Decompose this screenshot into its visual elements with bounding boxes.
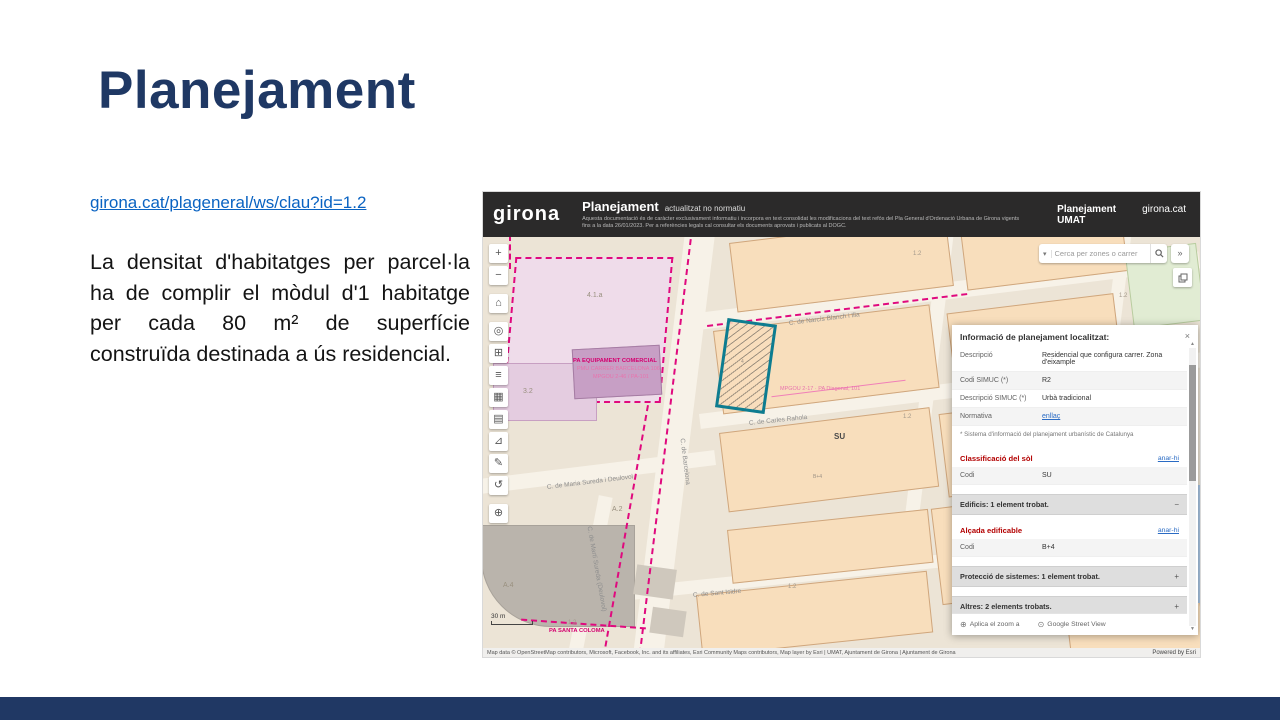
app-subtitle: actualitzat no normatiu: [665, 204, 746, 213]
search-icon[interactable]: [1150, 244, 1167, 263]
info-subsection-title: Classificació del sòl: [960, 454, 1033, 463]
info-row-value: Urbà tradicional: [1042, 395, 1187, 402]
scale-label: 30 m: [491, 613, 505, 620]
info-row: Codi SIMUC (*)R2: [952, 372, 1187, 390]
info-panel-body: DescripcióResidencial que configura carr…: [952, 347, 1187, 617]
info-row-label: Descripció: [960, 352, 1042, 366]
info-footnote: * Sistema d'informació del planejament u…: [952, 426, 1187, 443]
scroll-down-icon[interactable]: ▼: [1190, 626, 1195, 633]
info-subsection: Classificació del sòl anar-hi: [952, 448, 1187, 467]
slide-hyperlink[interactable]: girona.cat/plageneral/ws/clau?id=1.2: [90, 193, 366, 213]
apply-zoom-link[interactable]: ⊕Aplica el zoom a: [960, 620, 1020, 629]
map-attribution: Map data © OpenStreetMap contributors, M…: [487, 650, 956, 656]
section-toggle-icon[interactable]: +: [1174, 572, 1179, 581]
slide-footer-bar: [0, 697, 1280, 720]
header-links: Planejament girona.cat UMAT: [1057, 204, 1186, 226]
zoom-to-icon: ⊕: [960, 620, 967, 629]
app-title-block: Planejament actualitzat no normatiu Aque…: [582, 199, 1057, 230]
info-row: DescripcióResidencial que configura carr…: [952, 347, 1187, 372]
disclaimer-text: Aquesta documentació és de caràcter excl…: [582, 216, 1022, 230]
info-section-label: Protecció de sistemes: 1 element trobat.: [960, 572, 1100, 581]
street-view-icon: ⊙: [1038, 620, 1045, 629]
powered-by-esri: Powered by Esri: [1152, 650, 1196, 656]
scrollbar-thumb[interactable]: [1189, 365, 1196, 482]
info-subsection: Alçada edificable anar-hi: [952, 520, 1187, 539]
info-subsection-title: Alçada edificable: [960, 526, 1022, 535]
footer-link-label: Aplica el zoom a: [970, 621, 1020, 628]
app-title: Planejament: [582, 199, 659, 214]
basemap-toggle-button[interactable]: [1173, 268, 1192, 287]
header-link-umat[interactable]: UMAT: [1057, 215, 1085, 226]
basemap-gallery-button[interactable]: ▦: [489, 388, 508, 407]
chevron-down-icon[interactable]: ▾: [1039, 250, 1052, 258]
info-row-label: Descripció SIMUC (*): [960, 395, 1042, 402]
info-row-label: Normativa: [960, 413, 1042, 420]
layer-list-button[interactable]: ▤: [489, 410, 508, 429]
search-input[interactable]: [1052, 249, 1150, 258]
info-row-value: B+4: [1042, 544, 1187, 551]
info-section-label: Edificis: 1 element trobat.: [960, 500, 1049, 509]
panel-scrollbar[interactable]: ▲ ▼: [1188, 341, 1197, 633]
anar-hi-link[interactable]: anar-hi: [1158, 455, 1179, 462]
map-canvas[interactable]: 4.1.a1.21.2PA EQUIPAMENT COMERCIALPMU CA…: [483, 237, 1200, 648]
info-section-header[interactable]: Edificis: 1 element trobat. −: [952, 494, 1187, 515]
info-row-value: Residencial que configura carrer. Zona d…: [1042, 352, 1187, 366]
girona-logo[interactable]: girona: [493, 203, 560, 226]
section-toggle-icon[interactable]: −: [1174, 500, 1179, 509]
search-box: ▾: [1039, 244, 1167, 263]
collapse-search-button[interactable]: »: [1171, 244, 1189, 263]
map-toolbar: + − ⌂ ◎ ⊞ ≡ ▦ ▤ ⊿ ✎ ↺ ⊕: [489, 244, 508, 523]
slide-title: Planejament: [98, 60, 416, 121]
slide-paragraph: La densitat d'habitatges per parcel·la h…: [90, 247, 470, 370]
scale-line: [491, 621, 533, 625]
layered-squares-icon: [1178, 273, 1188, 283]
anar-hi-link[interactable]: anar-hi: [1158, 527, 1179, 534]
info-row-value[interactable]: enllaç: [1042, 413, 1187, 420]
info-row: CodiSU: [952, 467, 1187, 485]
section-toggle-icon[interactable]: +: [1174, 602, 1179, 611]
info-row-label: Codi: [960, 544, 1042, 551]
info-row: Normativaenllaç: [952, 408, 1187, 426]
draw-button[interactable]: ✎: [489, 454, 508, 473]
small-building: [633, 564, 677, 599]
info-panel-title: Informació de planejament localitzat:: [960, 332, 1109, 342]
app-header: girona Planejament actualitzat no normat…: [483, 192, 1200, 237]
measure-button[interactable]: ⊿: [489, 432, 508, 451]
pan-button[interactable]: ⊕: [489, 504, 508, 523]
info-row-label: Codi SIMUC (*): [960, 377, 1042, 384]
fullscreen-button[interactable]: ⊞: [489, 344, 508, 363]
street-view-link[interactable]: ⊙Google Street View: [1038, 620, 1106, 629]
info-panel-footer: ⊕Aplica el zoom a ⊙Google Street View: [952, 613, 1187, 635]
zoom-in-button[interactable]: +: [489, 244, 508, 263]
info-section-label: Altres: 2 elements trobats.: [960, 602, 1052, 611]
legend-button[interactable]: ≡: [489, 366, 508, 385]
footer-link-label: Google Street View: [1047, 621, 1105, 628]
close-icon[interactable]: ×: [1185, 332, 1190, 341]
info-section-header[interactable]: Protecció de sistemes: 1 element trobat.…: [952, 566, 1187, 587]
info-row: CodiB+4: [952, 539, 1187, 557]
city-block: [719, 407, 939, 512]
info-row-value: R2: [1042, 377, 1187, 384]
map-scale: 30 m: [491, 613, 533, 625]
zoom-out-button[interactable]: −: [489, 266, 508, 285]
map-label: A.2: [612, 506, 623, 513]
info-row-value: SU: [1042, 472, 1187, 479]
refresh-button[interactable]: ↺: [489, 476, 508, 495]
scrollbar-track[interactable]: [1189, 348, 1196, 626]
info-panel: Informació de planejament localitzat: × …: [952, 325, 1198, 635]
attribution-bar: Map data © OpenStreetMap contributors, M…: [483, 648, 1200, 657]
header-link-planejament[interactable]: Planejament: [1057, 204, 1116, 215]
home-button[interactable]: ⌂: [489, 294, 508, 313]
scroll-up-icon[interactable]: ▲: [1190, 341, 1195, 348]
embedded-screenshot: girona Planejament actualitzat no normat…: [483, 192, 1200, 657]
planning-boundary-line: [509, 237, 511, 269]
header-link-girona-cat[interactable]: girona.cat: [1142, 204, 1186, 215]
commercial-building: [572, 345, 662, 400]
locate-button[interactable]: ◎: [489, 322, 508, 341]
info-row: Descripció SIMUC (*)Urbà tradicional: [952, 390, 1187, 408]
info-row-label: Codi: [960, 472, 1042, 479]
small-building: [649, 607, 686, 637]
